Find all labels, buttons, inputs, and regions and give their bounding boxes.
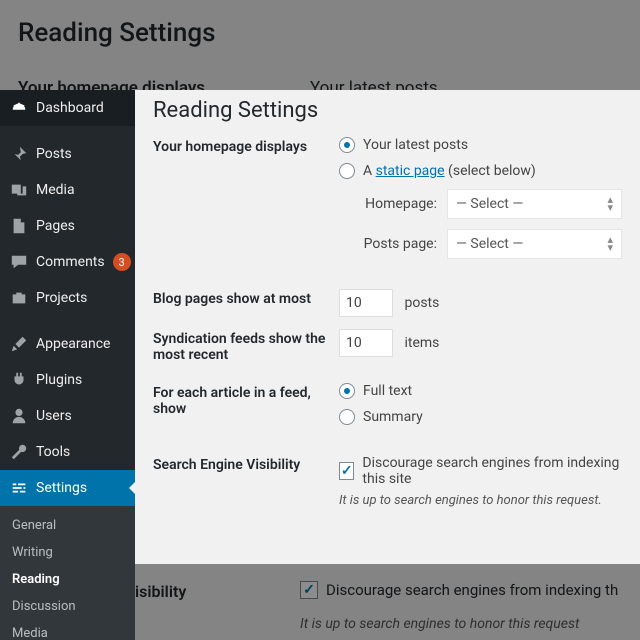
feed-article-row: For each article in a feed, show Full te… <box>153 383 622 435</box>
radio-label: A static page (select below) <box>363 163 536 179</box>
user-icon <box>10 407 28 425</box>
sidebar-item-label: Dashboard <box>36 100 104 116</box>
sidebar-item-comments[interactable]: Comments 3 <box>0 244 135 280</box>
homepage-select-row: Homepage: — Select — ▴▾ <box>353 189 622 219</box>
sidebar-item-label: Settings <box>36 480 87 496</box>
sidebar-item-pages[interactable]: Pages <box>0 208 135 244</box>
wrench-icon <box>10 443 28 461</box>
submenu-discussion[interactable]: Discussion <box>0 593 135 620</box>
syndication-suffix: items <box>404 335 439 351</box>
syndication-label: Syndication feeds show the most recent <box>153 329 339 363</box>
postspage-select[interactable]: — Select — ▴▾ <box>447 229 622 259</box>
homepage-select-label: Homepage: <box>353 196 437 212</box>
visibility-row: Search Engine Visibility Discourage sear… <box>153 455 622 508</box>
sidebar-item-label: Projects <box>36 290 87 306</box>
radio-latest-posts[interactable] <box>339 137 355 153</box>
visibility-checkbox-row[interactable]: Discourage search engines from indexing … <box>339 455 622 487</box>
sidebar-item-dashboard[interactable]: Dashboard <box>0 90 135 126</box>
comments-count-badge: 3 <box>113 253 131 271</box>
page-icon <box>10 217 28 235</box>
postspage-select-label: Posts page: <box>353 236 437 252</box>
sidebar-item-media[interactable]: Media <box>0 172 135 208</box>
comment-icon <box>10 253 28 271</box>
sidebar-item-label: Plugins <box>36 372 82 388</box>
homepage-select[interactable]: — Select — ▴▾ <box>447 189 622 219</box>
feed-option-full[interactable]: Full text <box>339 383 622 399</box>
blog-pages-row: Blog pages show at most 10 posts <box>153 289 622 317</box>
panel-title: Reading Settings <box>153 98 622 123</box>
static-page-link[interactable]: static page <box>376 163 445 179</box>
submenu-media[interactable]: Media <box>0 620 135 640</box>
radio-summary[interactable] <box>339 409 355 425</box>
visibility-checkbox-label: Discourage search engines from indexing … <box>362 455 622 487</box>
pin-icon <box>10 145 28 163</box>
sidebar-item-posts[interactable]: Posts <box>0 136 135 172</box>
brush-icon <box>10 335 28 353</box>
radio-label: Your latest posts <box>363 137 468 153</box>
chevron-updown-icon: ▴▾ <box>607 236 613 252</box>
homepage-displays-label: Your homepage displays <box>153 137 339 155</box>
select-value: — Select — <box>456 236 523 252</box>
plug-icon <box>10 371 28 389</box>
portfolio-icon <box>10 289 28 307</box>
radio-static-page[interactable] <box>339 163 355 179</box>
select-value: — Select — <box>456 196 523 212</box>
admin-sidebar: Dashboard Posts Media Pages Comments 3 P… <box>0 90 135 640</box>
sidebar-item-settings[interactable]: Settings <box>0 470 135 506</box>
submenu-reading[interactable]: Reading <box>0 566 135 593</box>
submenu-writing[interactable]: Writing <box>0 539 135 566</box>
sidebar-item-appearance[interactable]: Appearance <box>0 326 135 362</box>
sidebar-item-label: Comments <box>36 254 105 270</box>
sliders-icon <box>10 479 28 497</box>
feed-option-summary[interactable]: Summary <box>339 409 622 425</box>
homepage-option-static[interactable]: A static page (select below) <box>339 163 622 179</box>
sidebar-item-label: Media <box>36 182 75 198</box>
homepage-option-latest[interactable]: Your latest posts <box>339 137 622 153</box>
settings-submenu: General Writing Reading Discussion Media… <box>0 506 135 640</box>
postspage-select-row: Posts page: — Select — ▴▾ <box>353 229 622 259</box>
blog-pages-suffix: posts <box>404 295 439 311</box>
chevron-updown-icon: ▴▾ <box>607 196 613 212</box>
reading-settings-panel: Reading Settings Your homepage displays … <box>135 90 640 564</box>
visibility-note: It is up to search engines to honor this… <box>339 493 622 508</box>
syndication-input[interactable]: 10 <box>339 329 393 357</box>
sidebar-item-label: Posts <box>36 146 72 162</box>
sidebar-item-label: Users <box>36 408 72 424</box>
sidebar-item-tools[interactable]: Tools <box>0 434 135 470</box>
dashboard-icon <box>10 99 28 117</box>
visibility-label: Search Engine Visibility <box>153 455 339 473</box>
visibility-checkbox[interactable] <box>339 462 354 480</box>
sidebar-item-users[interactable]: Users <box>0 398 135 434</box>
media-icon <box>10 181 28 199</box>
submenu-general[interactable]: General <box>0 512 135 539</box>
radio-full-text[interactable] <box>339 383 355 399</box>
radio-label: Summary <box>363 409 423 425</box>
sidebar-item-label: Appearance <box>36 336 110 352</box>
sidebar-item-plugins[interactable]: Plugins <box>0 362 135 398</box>
sidebar-item-label: Tools <box>36 444 70 460</box>
feed-article-label: For each article in a feed, show <box>153 383 339 417</box>
homepage-displays-row: Your homepage displays Your latest posts… <box>153 137 622 269</box>
sidebar-item-label: Pages <box>36 218 75 234</box>
sidebar-item-projects[interactable]: Projects <box>0 280 135 316</box>
blog-pages-input[interactable]: 10 <box>339 289 393 317</box>
blog-pages-label: Blog pages show at most <box>153 289 339 307</box>
radio-label: Full text <box>363 383 412 399</box>
syndication-row: Syndication feeds show the most recent 1… <box>153 329 622 363</box>
